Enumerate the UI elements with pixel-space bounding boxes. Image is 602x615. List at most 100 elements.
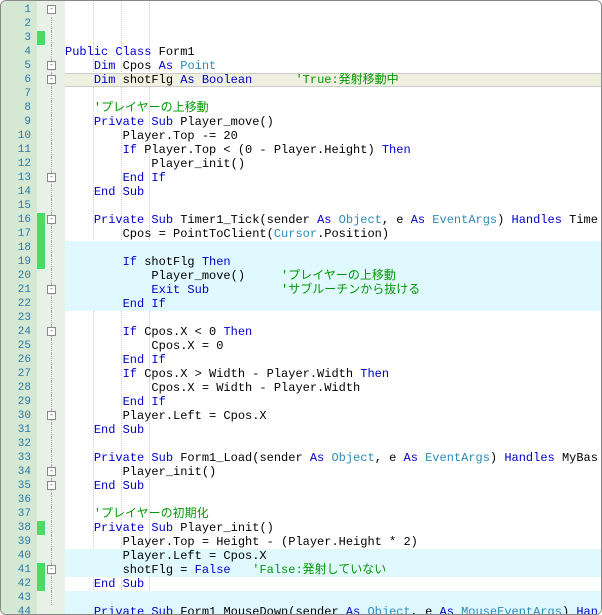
token-id [65, 101, 94, 115]
line-number: 42 [1, 577, 37, 591]
code-line[interactable]: End Sub [65, 185, 601, 199]
code-line[interactable]: End Sub [65, 423, 601, 437]
line-number: 13 [1, 171, 37, 185]
token-kw: Handles [512, 213, 562, 227]
code-line[interactable]: Dim shotFlg As Boolean 'True:発射移動中 [65, 73, 601, 87]
change-marker [37, 87, 45, 101]
fold-cell [45, 297, 65, 311]
token-id [65, 479, 94, 493]
code-line[interactable]: Private Sub Player_move() [65, 115, 601, 129]
code-line[interactable]: Player.Top = Height - (Player.Height * 2… [65, 535, 601, 549]
line-number: 14 [1, 185, 37, 199]
code-line[interactable] [65, 241, 601, 255]
code-line[interactable]: Private Sub Timer1_Tick(sender As Object… [65, 213, 601, 227]
change-marker [37, 409, 45, 423]
code-line[interactable]: Private Sub Form1_Load(sender As Object,… [65, 451, 601, 465]
code-line[interactable]: End If [65, 297, 601, 311]
token-kw: Public Class [65, 45, 151, 59]
line-number: 12 [1, 157, 37, 171]
change-marker [37, 227, 45, 241]
code-line[interactable]: Player_move() 'プレイヤーの上移動 [65, 269, 601, 283]
token-kw: If [123, 367, 137, 381]
code-line[interactable] [65, 311, 601, 325]
code-line[interactable]: Public Class Form1 [65, 45, 601, 59]
code-line[interactable]: Player_init() [65, 465, 601, 479]
fold-cell [45, 143, 65, 157]
fold-toggle-icon[interactable]: - [47, 481, 56, 490]
fold-toggle-icon[interactable]: - [47, 327, 56, 336]
fold-toggle-icon[interactable]: - [47, 411, 56, 420]
code-line[interactable]: Dim Cpos As Point [65, 59, 601, 73]
fold-toggle-icon[interactable]: - [47, 173, 56, 182]
fold-cell: - [45, 59, 65, 73]
token-id [65, 115, 94, 129]
code-area[interactable]: Public Class Form1 Dim Cpos As Point Dim… [65, 1, 601, 614]
code-line[interactable]: 'プレイヤーの初期化 [65, 507, 601, 521]
change-marker [37, 605, 45, 615]
change-marker [37, 339, 45, 353]
line-number: 7 [1, 87, 37, 101]
code-line[interactable] [65, 591, 601, 605]
fold-cell [45, 17, 65, 31]
code-line[interactable]: Cpos.X = Width - Player.Width [65, 381, 601, 395]
code-line[interactable]: Cpos.X = 0 [65, 339, 601, 353]
fold-toggle-icon[interactable]: - [47, 565, 56, 574]
token-kw: As [159, 59, 173, 73]
change-marker [37, 115, 45, 129]
code-line[interactable]: 'プレイヤーの上移動 [65, 101, 601, 115]
fold-cell: - [45, 283, 65, 297]
token-id [209, 283, 281, 297]
code-line[interactable] [65, 87, 601, 101]
code-line[interactable]: Player_init() [65, 157, 601, 171]
line-number: 43 [1, 591, 37, 605]
token-id: ) [490, 451, 504, 465]
code-line[interactable]: End Sub [65, 577, 601, 591]
token-id: Cpos.X = 0 [65, 339, 223, 353]
code-line[interactable]: End Sub [65, 479, 601, 493]
code-line[interactable]: If shotFlg Then [65, 255, 601, 269]
line-number: 40 [1, 549, 37, 563]
fold-toggle-icon[interactable]: - [47, 75, 56, 84]
code-line[interactable]: Cpos = PointToClient(Cursor.Position) [65, 227, 601, 241]
code-line[interactable]: End If [65, 353, 601, 367]
fold-cell: - [45, 325, 65, 339]
line-number: 21 [1, 283, 37, 297]
fold-toggle-icon[interactable]: - [47, 61, 56, 70]
fold-toggle-icon[interactable]: - [47, 285, 56, 294]
token-kw: End If [123, 395, 166, 409]
code-line[interactable]: shotFlg = False 'False:発射していない [65, 563, 601, 577]
code-line[interactable]: End If [65, 171, 601, 185]
fold-gutter: - - - - - - - - - - - [45, 1, 65, 614]
line-number: 41 [1, 563, 37, 577]
code-line[interactable]: Private Sub Form1_MouseDown(sender As Ob… [65, 605, 601, 614]
token-kw: End Sub [94, 185, 144, 199]
token-kw: If [123, 325, 137, 339]
token-kw: As [440, 605, 454, 614]
line-number: 31 [1, 423, 37, 437]
code-line[interactable]: Player.Top -= 20 [65, 129, 601, 143]
code-line[interactable]: Player.Left = Cpos.X [65, 549, 601, 563]
token-id [65, 59, 94, 73]
fold-toggle-icon[interactable]: - [47, 5, 56, 14]
code-line[interactable] [65, 199, 601, 213]
change-marker [37, 507, 45, 521]
code-line[interactable]: End If [65, 395, 601, 409]
line-number: 26 [1, 353, 37, 367]
code-line[interactable] [65, 437, 601, 451]
code-line[interactable]: Private Sub Player_init() [65, 521, 601, 535]
fold-cell: - [45, 479, 65, 493]
code-line[interactable]: If Cpos.X > Width - Player.Width Then [65, 367, 601, 381]
fold-toggle-icon[interactable]: - [47, 215, 56, 224]
code-line[interactable]: If Player.Top < (0 - Player.Height) Then [65, 143, 601, 157]
token-id [252, 73, 295, 87]
code-line[interactable]: If Cpos.X < 0 Then [65, 325, 601, 339]
code-line[interactable]: Player.Left = Cpos.X [65, 409, 601, 423]
token-kw: Private Sub [94, 115, 173, 129]
code-line[interactable] [65, 493, 601, 507]
fold-cell [45, 241, 65, 255]
code-line[interactable]: Exit Sub 'サブルーチンから抜ける [65, 283, 601, 297]
token-id: Player.Left = Cpos.X [65, 409, 267, 423]
token-id [65, 283, 151, 297]
fold-toggle-icon[interactable]: - [47, 467, 56, 476]
token-kw: As Boolean [180, 73, 252, 87]
